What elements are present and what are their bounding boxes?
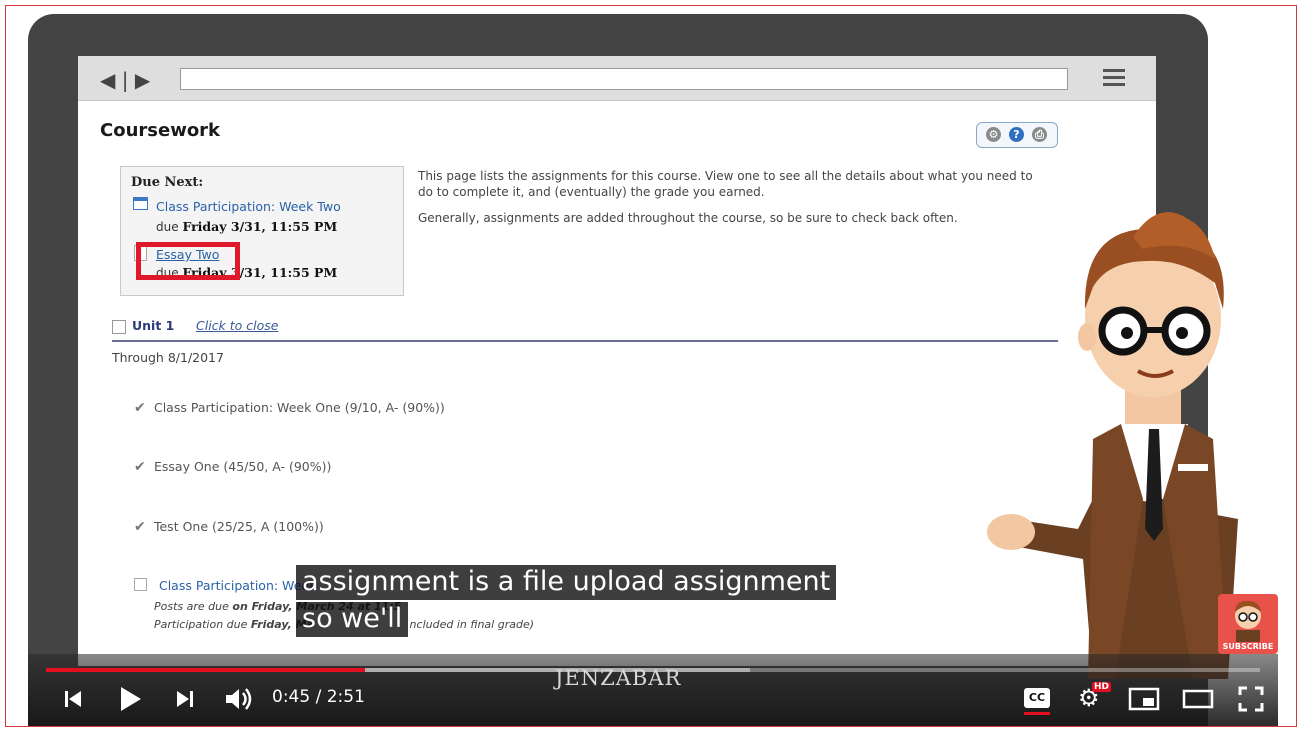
volume-icon[interactable] <box>223 685 253 713</box>
subscribe-avatar-icon <box>1235 600 1261 642</box>
highlight-box <box>136 242 240 280</box>
print-icon: ⎙ <box>1032 127 1047 142</box>
unit-close-link: Click to close <box>196 318 279 333</box>
skip-previous-icon[interactable] <box>62 688 84 710</box>
assignment-item: ✔ Test One (25/25, A (100%)) <box>134 519 324 535</box>
back-forward-icon: ◀ | ▶ <box>100 68 151 92</box>
fullscreen-icon[interactable] <box>1238 686 1264 712</box>
assignment-name: Class Participation: Week One <box>153 400 341 415</box>
gear-icon: ⚙ <box>986 127 1001 142</box>
note-prefix: Participation due <box>154 618 248 631</box>
assignment-name: Class Participation: Week <box>158 578 317 593</box>
gear-icon[interactable]: ⚙ HD <box>1078 682 1112 712</box>
assignment-item: ✔ Class Participation: Week One (9/10, A… <box>134 400 445 416</box>
calendar-icon <box>133 197 148 210</box>
due-date-text: Friday 3/31, 11:55 PM <box>182 219 338 234</box>
player-controls: 0:45 / 2:51 JENZABAR CC ⚙ HD <box>28 654 1278 726</box>
caption-line: assignment is a file upload assignment <box>296 565 837 600</box>
subscribe-watermark[interactable]: SUBSCRIBE <box>1218 594 1278 654</box>
unit-date-range: Through 8/1/2017 <box>112 350 224 365</box>
assignment-item: ✔ Essay One (45/50, A- (90%)) <box>134 459 331 475</box>
checkmark-icon: ✔ <box>134 400 146 416</box>
cc-label: CC <box>1028 691 1046 704</box>
page-tools: ⚙ ? ⎙ <box>976 122 1058 148</box>
due-item-link: Class Participation: Week Two <box>156 199 341 214</box>
assignment-name: Essay One <box>153 459 220 474</box>
assignment-grade: (9/10, A- (90%)) <box>344 400 445 415</box>
assignment-item: Class Participation: Week <box>134 578 316 593</box>
play-icon[interactable] <box>118 685 144 713</box>
intro-paragraph: This page lists the assignments for this… <box>418 169 1033 199</box>
due-item-date: due Friday 3/31, 11:55 PM <box>156 219 337 234</box>
page-title: Coursework <box>100 120 221 141</box>
unit-header: Unit 1 Click to close <box>112 318 1058 342</box>
checkmark-icon: ✔ <box>134 519 146 535</box>
due-next-heading: Due Next: <box>131 175 204 190</box>
caption-line: so we'll <box>296 602 409 637</box>
video-player[interactable]: ◀ | ▶ Coursework ⚙ ? ⎙ Due Next: Class P… <box>28 14 1278 726</box>
played-bar <box>46 668 366 672</box>
jenzabar-logo: JENZABAR <box>555 666 682 690</box>
assignment-grade: (25/25, A (100%)) <box>212 519 324 534</box>
closed-captions-icon[interactable]: CC <box>1024 688 1050 715</box>
time-display: 0:45 / 2:51 <box>272 687 365 707</box>
unchecked-box-icon <box>134 578 147 591</box>
help-icon: ? <box>1009 127 1024 142</box>
hd-badge: HD <box>1092 682 1112 692</box>
page-intro: This page lists the assignments for this… <box>418 168 1038 236</box>
due-prefix: due <box>156 220 179 234</box>
unit-checkbox-icon <box>112 320 126 334</box>
skip-next-icon[interactable] <box>174 688 196 710</box>
note-suffix: ncluded in final grade) <box>409 618 535 631</box>
address-bar <box>180 68 1068 90</box>
checkmark-icon: ✔ <box>134 459 146 475</box>
intro-paragraph: Generally, assignments are added through… <box>418 211 958 225</box>
browser-toolbar: ◀ | ▶ <box>78 56 1156 101</box>
assignment-name: Test One <box>153 519 209 534</box>
subscribe-label: SUBSCRIBE <box>1222 642 1274 651</box>
theater-mode-icon[interactable] <box>1182 689 1214 709</box>
miniplayer-icon[interactable] <box>1128 687 1160 711</box>
cc-active-underline <box>1024 712 1050 715</box>
menu-icon <box>1103 69 1125 87</box>
unit-label: Unit 1 <box>132 318 175 333</box>
assignment-grade: (45/50, A- (90%)) <box>223 459 332 474</box>
note-prefix: Posts are due <box>154 600 229 613</box>
